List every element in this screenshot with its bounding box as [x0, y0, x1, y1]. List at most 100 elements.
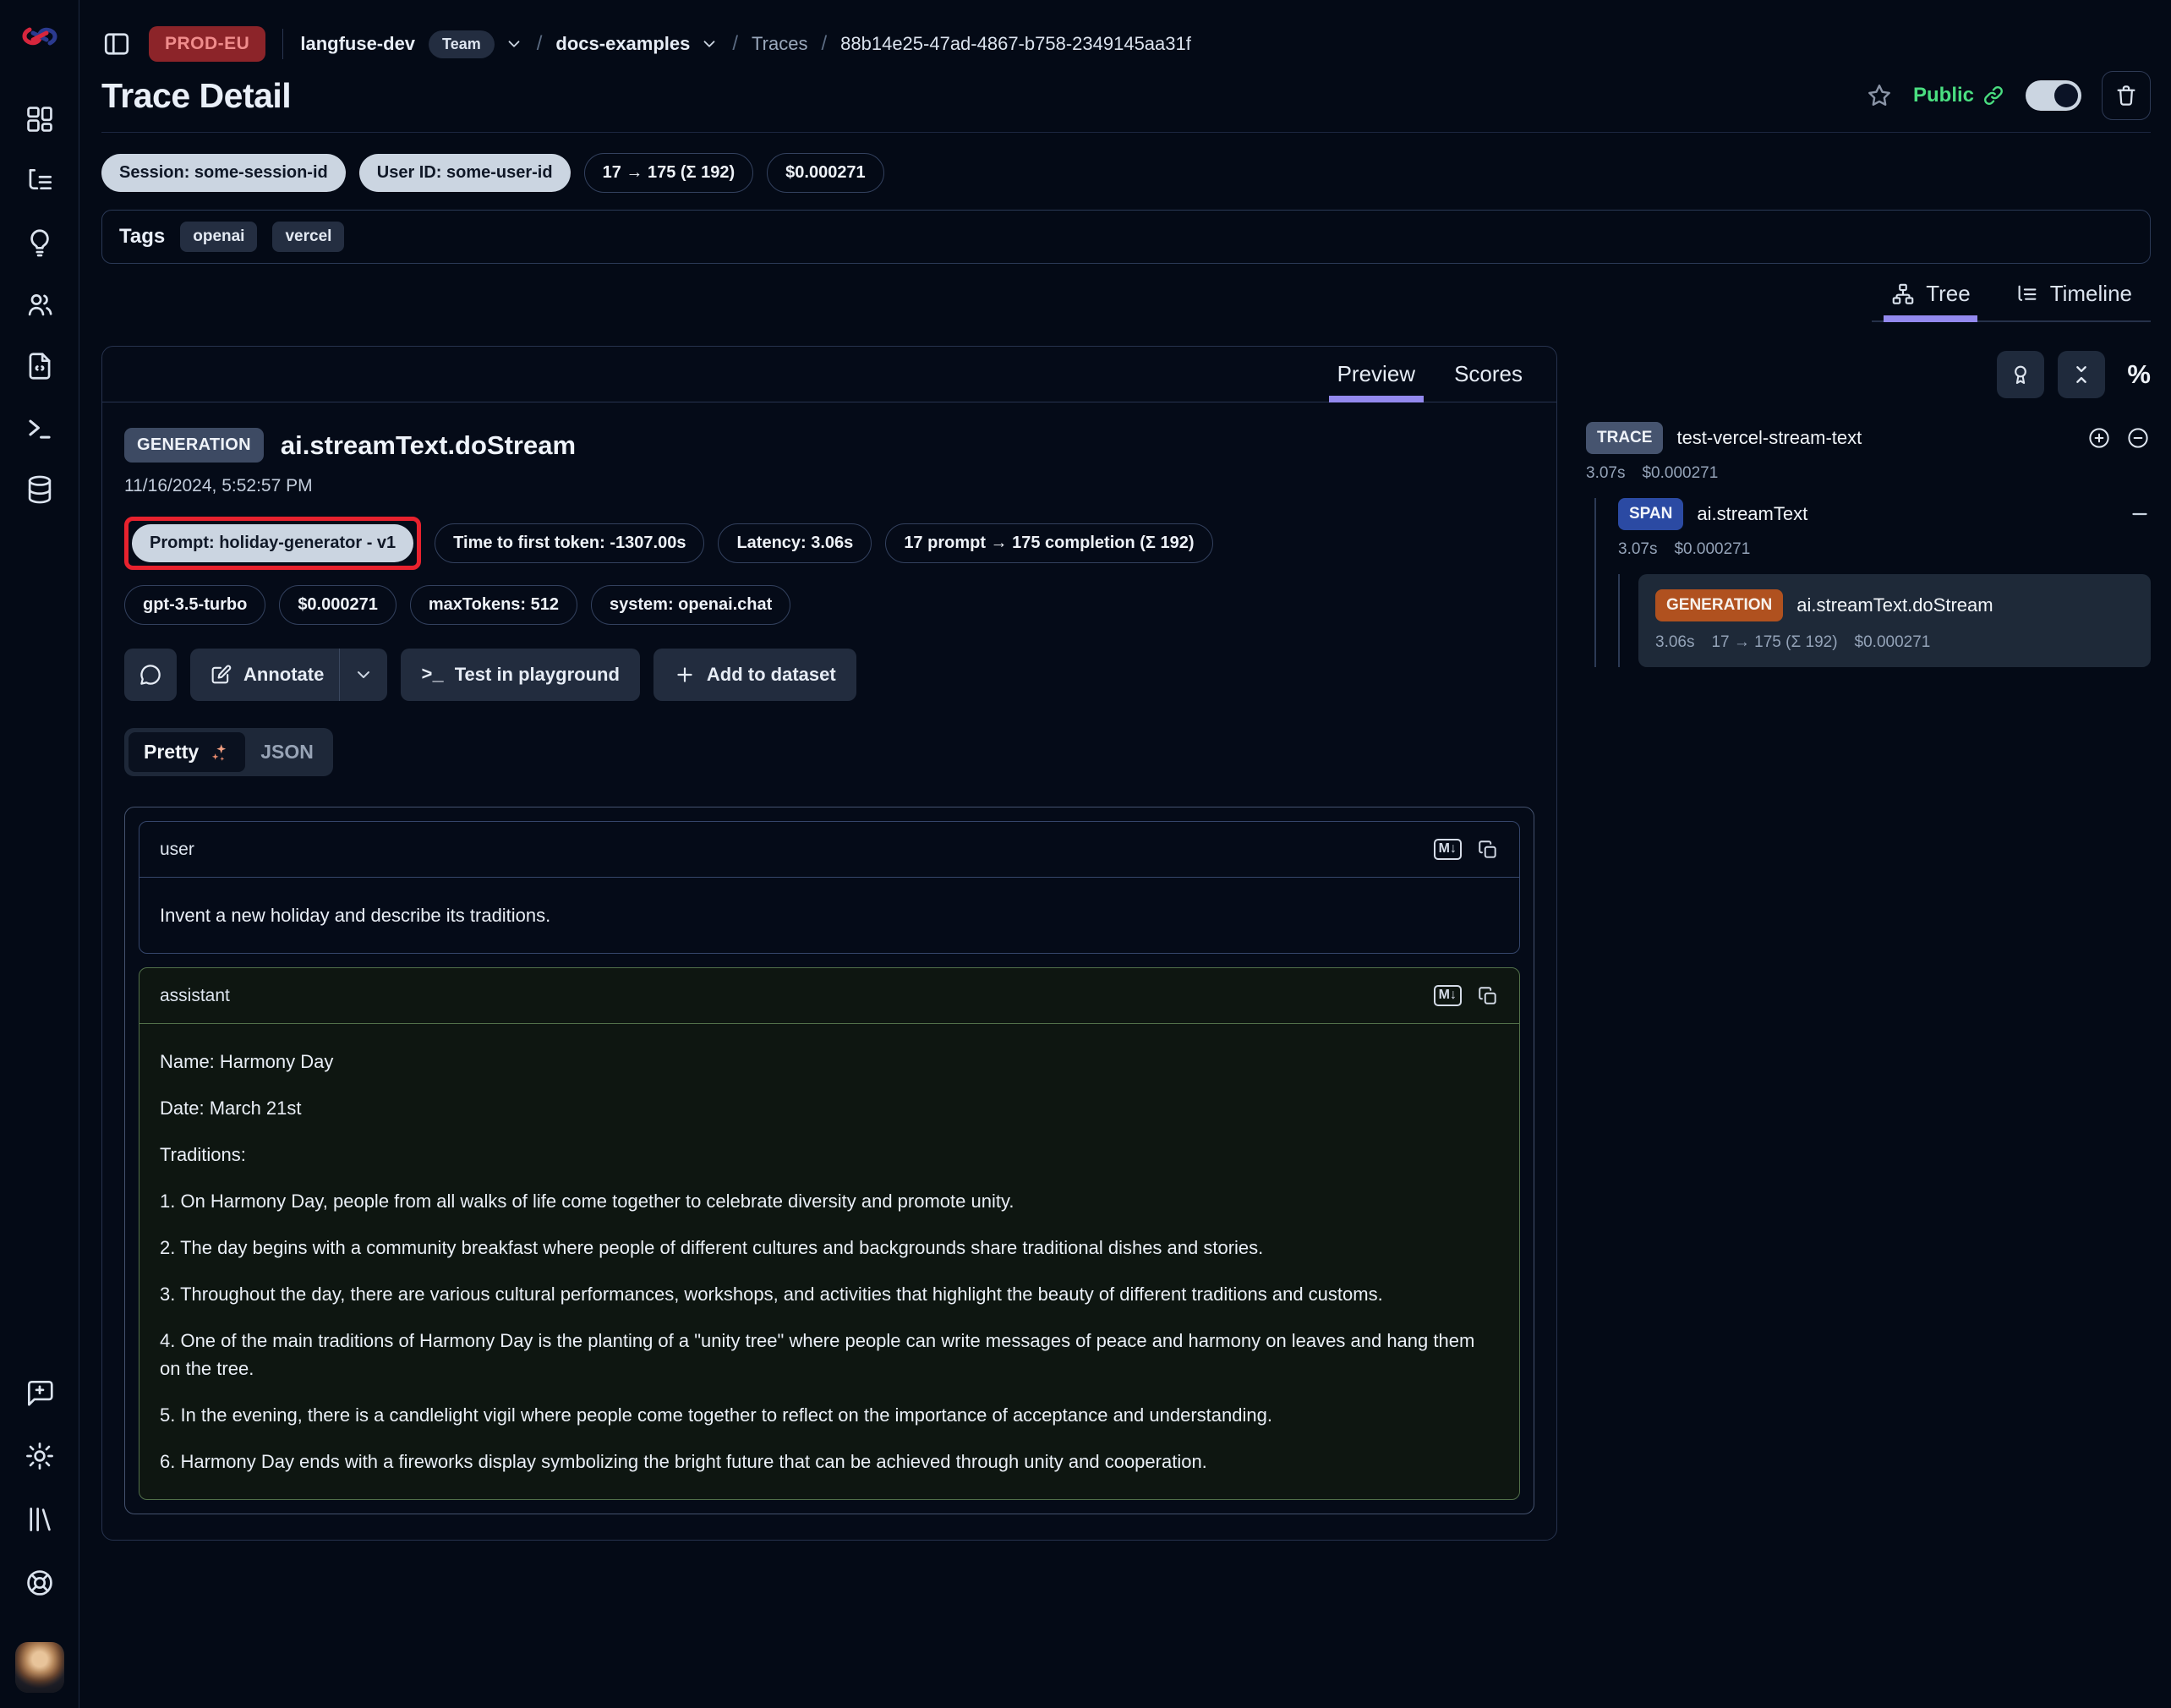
- feedback-message-plus-icon[interactable]: [24, 1377, 56, 1409]
- test-in-playground-button[interactable]: >_ Test in playground: [401, 649, 640, 701]
- breadcrumb-trace-id[interactable]: 88b14e25-47ad-4867-b758-2349145aa31f: [840, 33, 1191, 55]
- tree-icon: [1890, 282, 1916, 307]
- trace-node[interactable]: TRACE test-vercel-stream-text: [1586, 422, 2151, 454]
- observation-badges-row-1: Prompt: holiday-generator - v1 Time to f…: [124, 517, 1534, 570]
- tab-tree-label: Tree: [1926, 281, 1971, 307]
- generation-cost: $0.000271: [1855, 633, 1931, 652]
- expand-all-icon[interactable]: [2086, 425, 2112, 451]
- annotate-button-main[interactable]: Annotate: [190, 649, 339, 701]
- assistant-line: Date: March 21st: [160, 1094, 1499, 1122]
- assistant-role-label: assistant: [160, 986, 230, 1006]
- generation-tokens: 17 → 175 (Σ 192): [1711, 633, 1837, 652]
- tab-preview[interactable]: Preview: [1322, 347, 1430, 402]
- observation-card: Preview Scores GENERATION ai.streamText.…: [101, 346, 1557, 1541]
- code-file-icon[interactable]: [24, 350, 56, 382]
- cost-badge[interactable]: $0.000271: [767, 153, 884, 193]
- format-pretty[interactable]: Pretty: [129, 732, 245, 772]
- assistant-line: 5. In the evening, there is a candleligh…: [160, 1401, 1499, 1429]
- trash-icon: [2114, 83, 2139, 108]
- observation-card-tabs: Preview Scores: [102, 347, 1556, 402]
- tab-timeline[interactable]: Timeline: [1996, 272, 2151, 320]
- annotate-button[interactable]: Annotate: [190, 649, 387, 701]
- annotate-queue-button[interactable]: [1997, 351, 2044, 398]
- collapse-all-button[interactable]: [2058, 351, 2105, 398]
- comment-button[interactable]: [124, 649, 177, 701]
- sidebar: [0, 0, 79, 1708]
- observation-badges-row-2: gpt-3.5-turbo $0.000271 maxTokens: 512 s…: [124, 585, 1534, 625]
- prompt-badge[interactable]: Prompt: holiday-generator - v1: [132, 524, 413, 562]
- settings-gear-icon[interactable]: [24, 1440, 56, 1472]
- user-message-card: user M↓: [139, 821, 1520, 954]
- max-tokens-badge: maxTokens: 512: [410, 585, 577, 625]
- playground-terminal-icon[interactable]: [24, 412, 56, 444]
- markdown-toggle-icon[interactable]: M↓: [1434, 985, 1462, 1006]
- observation-actions: Annotate >_ Test in playground: [124, 649, 1534, 701]
- io-container: user M↓: [124, 807, 1534, 1514]
- project-chevron-down-icon[interactable]: [700, 35, 719, 53]
- user-message-header: user M↓: [139, 822, 1519, 878]
- copy-icon[interactable]: [1477, 985, 1499, 1007]
- delete-trace-button[interactable]: [2102, 71, 2151, 120]
- span-children: GENERATION ai.streamText.doStream 3.06s …: [1618, 574, 2151, 667]
- tracing-icon[interactable]: [24, 165, 56, 197]
- plus-icon: [674, 664, 696, 686]
- user-message-tools: M↓: [1434, 839, 1499, 861]
- percent-toggle[interactable]: %: [2127, 359, 2151, 390]
- generation-node-selected[interactable]: GENERATION ai.streamText.doStream 3.06s …: [1638, 574, 2151, 667]
- user-avatar[interactable]: [15, 1642, 64, 1693]
- tags-container: Tags openai vercel: [101, 210, 2151, 264]
- collapse-vertical-icon: [2070, 363, 2093, 386]
- assistant-message-body: Name: Harmony Day Date: March 21st Tradi…: [139, 1024, 1519, 1499]
- assistant-message-tools: M↓: [1434, 985, 1499, 1007]
- org-type-chip[interactable]: Team: [429, 30, 495, 58]
- langfuse-logo-icon[interactable]: [21, 22, 58, 51]
- user-id-badge[interactable]: User ID: some-user-id: [359, 154, 571, 192]
- tag-openai[interactable]: openai: [180, 222, 257, 252]
- session-badge[interactable]: Session: some-session-id: [101, 154, 346, 192]
- collapse-all-circle-icon[interactable]: [2125, 425, 2151, 451]
- users-icon[interactable]: [24, 288, 56, 320]
- dashboard-icon[interactable]: [24, 103, 56, 135]
- breadcrumb-project[interactable]: docs-examples: [555, 33, 690, 55]
- support-lifebuoy-icon[interactable]: [24, 1567, 56, 1599]
- collapse-node-icon[interactable]: [2129, 503, 2151, 525]
- tab-scores[interactable]: Scores: [1439, 347, 1538, 402]
- terminal-icon: >_: [421, 665, 443, 686]
- star-icon[interactable]: [1866, 82, 1893, 109]
- copy-icon[interactable]: [1477, 839, 1499, 861]
- assistant-line: 3. Throughout the day, there are various…: [160, 1280, 1499, 1308]
- tag-vercel[interactable]: vercel: [272, 222, 344, 252]
- topbar: PROD-EU langfuse-dev Team / docs-example…: [101, 22, 2151, 66]
- tab-tree[interactable]: Tree: [1872, 272, 1989, 320]
- public-toggle[interactable]: [2026, 80, 2081, 111]
- breadcrumb-org[interactable]: langfuse-dev: [300, 33, 415, 55]
- environment-badge[interactable]: PROD-EU: [149, 26, 265, 62]
- assistant-line: 6. Harmony Day ends with a fireworks dis…: [160, 1448, 1499, 1475]
- assistant-line: 4. One of the main traditions of Harmony…: [160, 1327, 1499, 1382]
- app-root: PROD-EU langfuse-dev Team / docs-example…: [0, 0, 2171, 1708]
- sidebar-bottom: [15, 1377, 64, 1693]
- token-usage-badge[interactable]: 17 → 175 (Σ 192): [584, 153, 754, 193]
- model-badge[interactable]: gpt-3.5-turbo: [124, 585, 265, 625]
- org-chevron-down-icon[interactable]: [505, 35, 523, 53]
- title-row: Trace Detail Public: [101, 71, 2151, 120]
- generation-metrics: 3.06s 17 → 175 (Σ 192) $0.000271: [1655, 633, 2134, 652]
- time-to-first-token-badge: Time to first token: -1307.00s: [435, 523, 704, 563]
- span-node[interactable]: SPAN ai.streamText: [1618, 498, 2151, 530]
- topbar-divider: [282, 29, 283, 59]
- public-share-link[interactable]: Public: [1913, 84, 2005, 107]
- annotate-chevron-down-icon[interactable]: [340, 649, 387, 701]
- add-to-dataset-button[interactable]: Add to dataset: [653, 649, 856, 701]
- prompts-lightbulb-icon[interactable]: [24, 227, 56, 259]
- datasets-database-icon[interactable]: [24, 474, 56, 506]
- docs-library-icon[interactable]: [24, 1503, 56, 1536]
- format-json[interactable]: JSON: [245, 732, 329, 772]
- sparkles-icon: [208, 742, 230, 764]
- trace-children: SPAN ai.streamText 3.07s $0.000271: [1594, 498, 2151, 667]
- observation-cost-badge: $0.000271: [279, 585, 396, 625]
- add-to-dataset-label: Add to dataset: [707, 664, 836, 686]
- sidebar-toggle-icon[interactable]: [101, 29, 132, 59]
- trace-tree-panel: % TRACE test-vercel-stream-text: [1586, 346, 2151, 667]
- markdown-toggle-icon[interactable]: M↓: [1434, 839, 1462, 860]
- breadcrumb-traces[interactable]: Traces: [752, 33, 807, 55]
